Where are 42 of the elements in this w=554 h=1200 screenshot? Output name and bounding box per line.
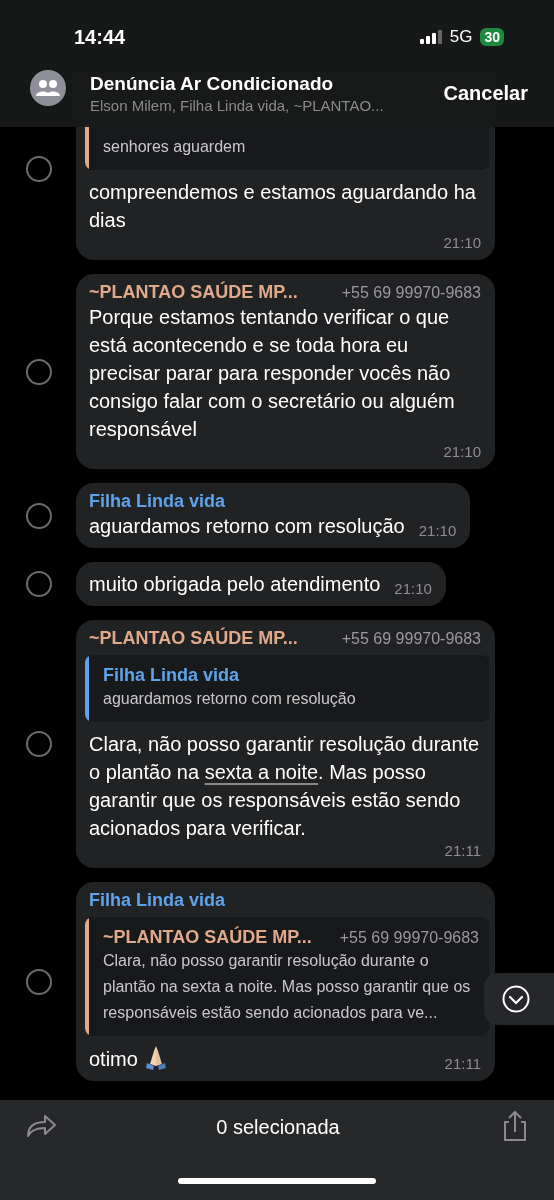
- message-text: compreendemos e estamos aguardando ha dias: [89, 180, 477, 233]
- praying-hands-icon: [143, 1044, 168, 1070]
- message-time: 21:11: [443, 842, 481, 860]
- sender-name: ~PLANTAO SAÚDE MP...: [89, 282, 298, 303]
- date-link[interactable]: sexta a noite: [204, 761, 319, 783]
- quote-text: senhores aguardem: [103, 137, 247, 157]
- select-circle[interactable]: [26, 571, 52, 597]
- phone-number: +55 69 99970-9683: [341, 630, 481, 648]
- message-text: otimo: [89, 1044, 168, 1073]
- select-circle[interactable]: [26, 968, 52, 995]
- scroll-down-button[interactable]: [484, 973, 554, 1025]
- chat-title: Denúncia Ar Condicionado: [90, 72, 335, 95]
- message-time: 21:10: [442, 443, 481, 461]
- message-time: 21:10: [442, 234, 481, 252]
- quote-text: aguardamos retorno com resolução: [103, 689, 357, 709]
- message-time: 21:10: [417, 522, 457, 540]
- message-time: 21:10: [393, 580, 432, 598]
- chevron-down-icon: [502, 985, 530, 1013]
- cancel-button[interactable]: Cancelar: [443, 81, 528, 105]
- signal-icon: [419, 30, 442, 44]
- phone-number: +55 69 99970-9683: [339, 929, 479, 947]
- selection-count: 0 selecionada: [216, 1115, 340, 1139]
- status-time: 14:44: [74, 25, 126, 49]
- battery-indicator: 30: [480, 28, 504, 46]
- message-text: Porque estamos tentando verificar o que está acontecendo e se toda hora eu precisar parar para responder vocês não consigo falar com o secretário ou alguém responsável: [89, 305, 456, 442]
- message-text: muito obrigada pelo atendimento: [89, 572, 381, 597]
- quote-sender: Filha Linda vida: [103, 665, 240, 686]
- select-circle[interactable]: [26, 731, 52, 757]
- network-label: 5G: [449, 27, 473, 47]
- chat-members: Elson Milem, Filha Linda vida, ~PLANTAO...: [90, 96, 385, 114]
- quote-text: Clara, não posso garantir resolução durante o plantão na sexta a noite. Mas posso garantir que os responsáveis estão sendo acionados para ve...: [103, 951, 472, 1023]
- message-time: 21:11: [443, 1055, 481, 1073]
- phone-number: +55 69 99970-9683: [341, 284, 481, 302]
- message-text: aguardamos retorno com resolução: [89, 514, 405, 539]
- quote-sender: ~PLANTAO SAÚDE MP...: [103, 927, 312, 948]
- select-circle[interactable]: [26, 358, 52, 385]
- sender-name: ~PLANTAO SAÚDE MP...: [89, 628, 298, 649]
- message-text: Clara, não posso garantir resolução durante o plantão na sexta a noite. Mas posso garantir que os responsáveis estão sendo acionados para verificar.: [89, 732, 481, 841]
- select-circle[interactable]: [26, 156, 52, 182]
- select-circle[interactable]: [26, 502, 52, 529]
- sender-name: Filha Linda vida: [89, 890, 226, 911]
- sender-name: Filha Linda vida: [89, 491, 226, 512]
